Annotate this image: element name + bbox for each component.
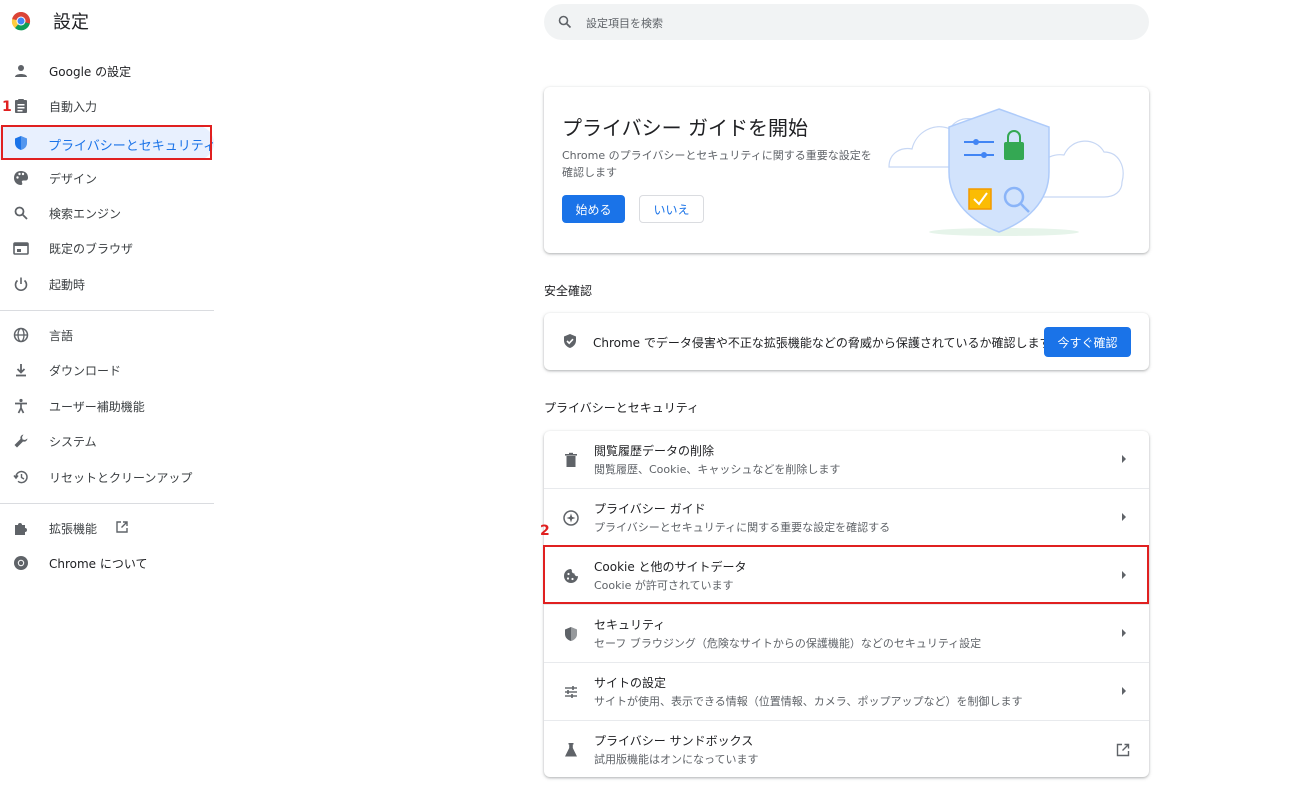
restore-icon: [12, 468, 30, 486]
sidebar-item-on-startup[interactable]: 起動時: [0, 267, 214, 301]
row-title: サイトの設定: [594, 676, 667, 690]
site-settings-row[interactable]: サイトの設定 サイトが使用、表示できる情報（位置情報、カメラ、ポップアップなど）…: [544, 663, 1149, 721]
row-title: Cookie と他のサイトデータ: [594, 560, 747, 574]
sidebar-item-label: 検索エンジン: [49, 207, 122, 221]
row-subtitle: プライバシーとセキュリティに関する重要な設定を確認する: [594, 521, 891, 534]
search-input[interactable]: [584, 12, 1128, 34]
search-icon: [12, 204, 30, 222]
sidebar-item-label: プライバシーとセキュリティ: [48, 139, 216, 154]
arrow-right-icon: [1122, 455, 1126, 463]
privacy-security-heading: プライバシーとセキュリティ: [544, 401, 700, 415]
row-subtitle: Cookie が許可されています: [594, 579, 734, 592]
privacy-guide-description: Chrome のプライバシーとセキュリティに関する重要な設定を確認します: [562, 149, 872, 179]
chrome-logo-icon: [11, 11, 31, 31]
cookies-row[interactable]: Cookie と他のサイトデータ Cookie が許可されています: [544, 547, 1149, 605]
chrome-icon: [12, 554, 30, 572]
privacy-settings-list: 閲覧履歴データの削除 閲覧履歴、Cookie、キャッシュなどを削除します プライ…: [544, 431, 1149, 777]
check-now-button[interactable]: 今すぐ確認: [1044, 327, 1131, 357]
settings-search-bar[interactable]: [544, 4, 1149, 40]
sidebar-item-languages[interactable]: 言語: [0, 318, 214, 352]
sidebar-item-extensions[interactable]: 拡張機能: [0, 511, 214, 545]
globe-icon: [12, 326, 30, 344]
annotation-step-1: 1: [2, 99, 12, 115]
cookie-icon: [562, 567, 580, 585]
page-title: 設定: [53, 12, 89, 33]
open-in-new-icon: [115, 520, 129, 534]
sidebar-item-system[interactable]: システム: [0, 424, 214, 458]
palette-icon: [12, 169, 30, 187]
row-subtitle: セーフ ブラウジング（危険なサイトからの保護機能）などのセキュリティ設定: [594, 637, 982, 650]
start-button[interactable]: 始める: [562, 195, 625, 223]
sidebar-item-search-engine[interactable]: 検索エンジン: [0, 196, 214, 230]
sidebar-item-appearance[interactable]: デザイン: [0, 161, 214, 195]
security-shield-icon: [562, 625, 580, 643]
puzzle-icon: [12, 519, 30, 537]
browser-icon: [12, 239, 30, 257]
privacy-guide-card: プライバシー ガイドを開始 Chrome のプライバシーとセキュリティに関する重…: [544, 87, 1149, 253]
privacy-sandbox-row[interactable]: プライバシー サンドボックス 試用版機能はオンになっています: [544, 721, 1149, 779]
sidebar-item-reset[interactable]: リセットとクリーンアップ: [0, 460, 214, 494]
annotation-step-2: 2: [540, 523, 550, 539]
arrow-right-icon: [1122, 687, 1126, 695]
row-title: セキュリティ: [594, 618, 666, 632]
safety-check-card: Chrome でデータ侵害や不正な拡張機能などの脅威から保護されているか確認しま…: [544, 313, 1149, 370]
sidebar-divider: [0, 503, 214, 504]
trash-icon: [562, 451, 580, 469]
sidebar-item-label: 起動時: [49, 278, 86, 292]
person-icon: [12, 62, 30, 80]
wrench-icon: [12, 432, 30, 450]
sidebar-item-about-chrome[interactable]: Chrome について: [0, 546, 214, 580]
privacy-guide-row[interactable]: プライバシー ガイド プライバシーとセキュリティに関する重要な設定を確認する: [544, 489, 1149, 547]
safety-check-description: Chrome でデータ侵害や不正な拡張機能などの脅威から保護されているか確認しま…: [593, 336, 1052, 350]
sidebar-item-google[interactable]: Google の設定: [0, 54, 214, 88]
sidebar-item-label: 言語: [49, 329, 74, 343]
sidebar-item-label: Chrome について: [49, 557, 148, 571]
security-row[interactable]: セキュリティ セーフ ブラウジング（危険なサイトからの保護機能）などのセキュリテ…: [544, 605, 1149, 663]
row-title: 閲覧履歴データの削除: [594, 444, 715, 458]
sidebar-item-label: 拡張機能: [49, 522, 98, 536]
flask-icon: [562, 741, 580, 759]
sidebar-item-downloads[interactable]: ダウンロード: [0, 353, 214, 387]
privacy-guide-title: プライバシー ガイドを開始: [562, 116, 808, 140]
sidebar-item-label: 既定のブラウザ: [49, 242, 134, 256]
row-subtitle: 閲覧履歴、Cookie、キャッシュなどを削除します: [594, 463, 841, 476]
clear-browsing-data-row[interactable]: 閲覧履歴データの削除 閲覧履歴、Cookie、キャッシュなどを削除します: [544, 431, 1149, 489]
row-title: プライバシー ガイド: [594, 502, 706, 516]
safety-check-heading: 安全確認: [544, 284, 593, 298]
sidebar-item-label: リセットとクリーンアップ: [49, 471, 193, 485]
privacy-guide-illustration: [884, 97, 1124, 237]
no-thanks-button[interactable]: いいえ: [639, 195, 704, 223]
tune-icon: [562, 683, 580, 701]
sidebar-item-autofill[interactable]: 自動入力: [0, 89, 214, 123]
row-subtitle: サイトが使用、表示できる情報（位置情報、カメラ、ポップアップなど）を制御します: [594, 695, 1023, 708]
open-in-new-icon: [1115, 742, 1131, 758]
sidebar-item-label: システム: [49, 435, 97, 449]
arrow-right-icon: [1122, 571, 1126, 579]
sidebar-item-accessibility[interactable]: ユーザー補助機能: [0, 389, 214, 423]
compass-icon: [562, 509, 580, 527]
shield-check-icon: [562, 333, 578, 349]
clipboard-icon: [12, 97, 30, 115]
sidebar-item-label: Google の設定: [49, 65, 132, 79]
arrow-right-icon: [1122, 513, 1126, 521]
sidebar-item-label: デザイン: [49, 172, 98, 186]
sidebar-item-privacy[interactable]: プライバシーとセキュリティ: [0, 126, 216, 160]
power-icon: [12, 275, 30, 293]
shield-icon: [12, 134, 30, 152]
arrow-right-icon: [1122, 629, 1126, 637]
search-icon: [558, 15, 572, 29]
row-title: プライバシー サンドボックス: [594, 734, 754, 748]
download-icon: [12, 361, 30, 379]
row-subtitle: 試用版機能はオンになっています: [594, 753, 759, 766]
accessibility-icon: [12, 397, 30, 415]
sidebar-item-label: 自動入力: [49, 100, 98, 114]
sidebar-divider: [0, 310, 214, 311]
sidebar-item-label: ユーザー補助機能: [49, 400, 145, 414]
sidebar-item-default-browser[interactable]: 既定のブラウザ: [0, 231, 214, 265]
sidebar-item-label: ダウンロード: [49, 364, 122, 378]
